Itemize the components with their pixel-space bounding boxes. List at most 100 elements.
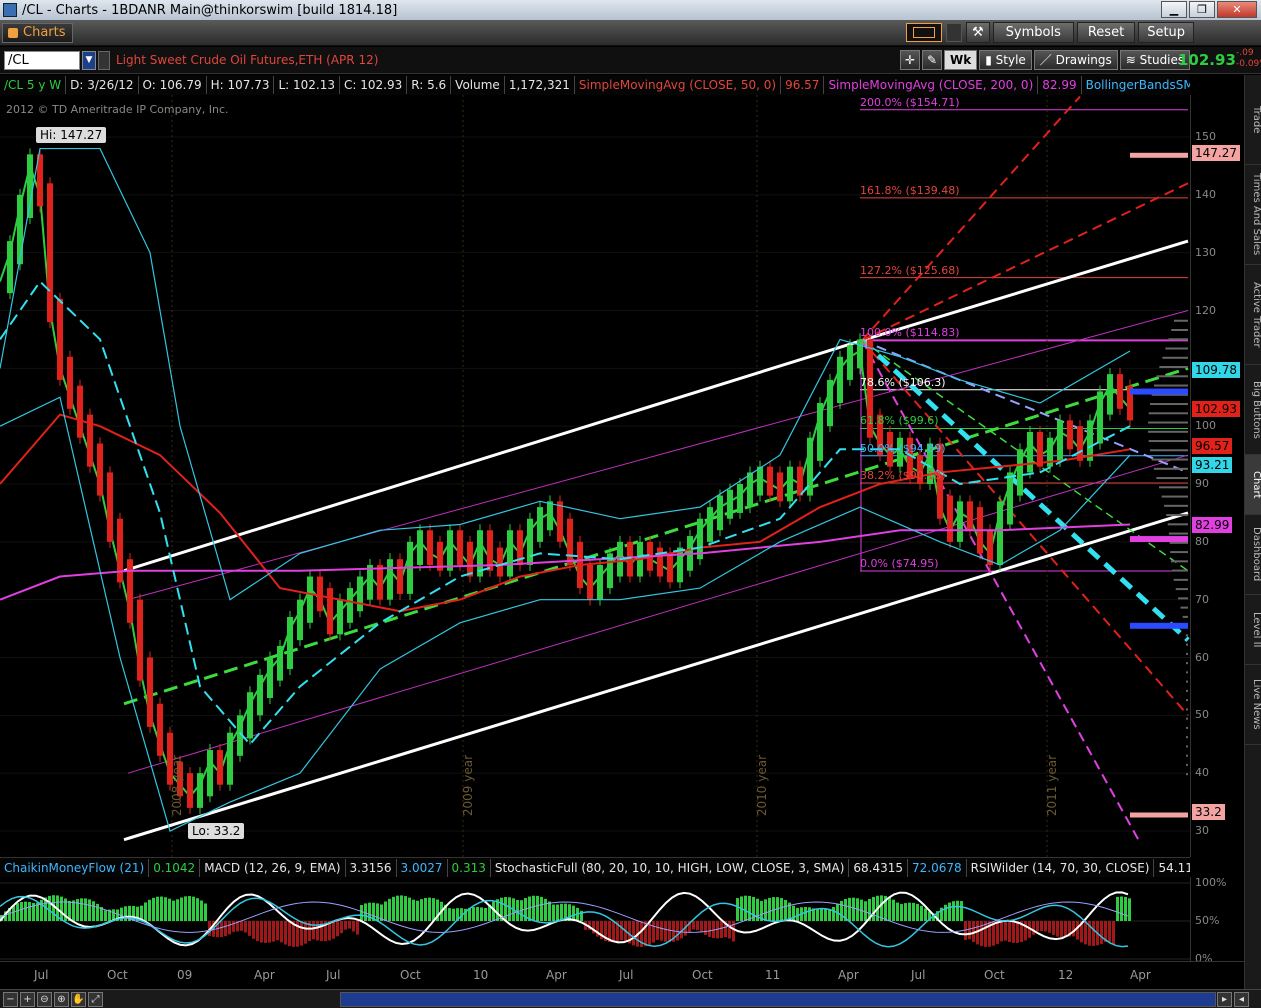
symbol-lookup[interactable] bbox=[98, 51, 110, 70]
charts-tab[interactable]: Charts bbox=[2, 23, 73, 43]
series-label[interactable]: /CL 5 y W bbox=[0, 76, 67, 94]
bar-open: O: 106.79 bbox=[139, 76, 207, 94]
macd-histogram-bar bbox=[276, 921, 279, 941]
macd-histogram-bar bbox=[908, 902, 911, 921]
close-button[interactable]: ✕ bbox=[1217, 1, 1257, 18]
candle-body bbox=[1107, 374, 1113, 415]
candle-body bbox=[417, 530, 423, 565]
volume-profile-bar bbox=[1186, 736, 1188, 739]
price-axis[interactable]: 15014013012011010090807060504030147.2710… bbox=[1190, 95, 1244, 857]
candle-body bbox=[1057, 420, 1063, 461]
candle-body bbox=[767, 466, 773, 496]
time-label: 11 bbox=[765, 968, 781, 982]
bar-date: D: 3/26/12 bbox=[66, 76, 139, 94]
zoom-fit-icon[interactable]: ⊖ bbox=[37, 992, 52, 1007]
chart-scrollbar[interactable] bbox=[340, 992, 1216, 1007]
macd-histogram-bar bbox=[176, 899, 179, 921]
macd-histogram-bar bbox=[700, 921, 703, 933]
macd-histogram-bar bbox=[156, 896, 159, 921]
macd-histogram-bar bbox=[76, 899, 79, 921]
macd-histogram-bar bbox=[1072, 921, 1075, 937]
pencil-icon[interactable]: ✎ bbox=[922, 50, 942, 70]
macd-value: 3.3156 bbox=[346, 858, 397, 877]
symbol-dropdown[interactable]: ▼ bbox=[82, 51, 96, 70]
macd-histogram-bar bbox=[1060, 921, 1063, 938]
zoom-reset-icon[interactable]: ⊕ bbox=[54, 992, 69, 1007]
macd-histogram-bar bbox=[1000, 921, 1003, 942]
macd-histogram-bar bbox=[852, 897, 855, 921]
macd-histogram-bar bbox=[240, 921, 243, 931]
lower-axis-tick: 50% bbox=[1195, 914, 1220, 927]
side-tab-active-trader[interactable]: Active Trader bbox=[1245, 265, 1261, 365]
side-tab-big-buttons[interactable]: Big Buttons bbox=[1245, 365, 1261, 455]
candle-body bbox=[7, 241, 13, 294]
cmf-label[interactable]: ChaikinMoneyFlow (21) bbox=[0, 858, 150, 877]
side-tab-live-news[interactable]: Live News bbox=[1245, 665, 1261, 745]
macd-histogram-bar bbox=[560, 903, 563, 921]
pan-icon[interactable]: ✋ bbox=[71, 992, 86, 1007]
candle-body bbox=[247, 692, 253, 739]
studies-icon: ≋ bbox=[1125, 53, 1140, 67]
price-series bbox=[0, 162, 1131, 798]
price-chart[interactable]: 2012 © TD Ameritrade IP Company, Inc. Hi… bbox=[0, 95, 1190, 857]
style-button[interactable]: ▮ Style bbox=[979, 50, 1032, 70]
setup-button[interactable]: Setup bbox=[1138, 22, 1195, 43]
macd-histogram-bar bbox=[168, 898, 171, 921]
side-tab-times-and-sales[interactable]: Times And Sales bbox=[1245, 165, 1261, 265]
macd-histogram-bar bbox=[948, 902, 951, 921]
price-tick: 100 bbox=[1195, 419, 1216, 433]
link-dropdown[interactable] bbox=[946, 23, 962, 42]
side-tab-trade[interactable]: Trade bbox=[1245, 75, 1261, 165]
settings-icon[interactable]: ◂ bbox=[1234, 992, 1249, 1007]
restore-button[interactable]: ❐ bbox=[1189, 1, 1215, 18]
wrench-button[interactable]: ⚒ bbox=[966, 22, 990, 43]
volume-profile-bar bbox=[1180, 606, 1188, 609]
candle-body bbox=[97, 443, 103, 496]
symbols-button[interactable]: Symbols bbox=[992, 22, 1074, 43]
expand-icon[interactable]: ⤢ bbox=[88, 992, 103, 1007]
side-tab-level-ii[interactable]: Level II bbox=[1245, 595, 1261, 665]
zoom-in-icon[interactable]: + bbox=[20, 992, 35, 1007]
drawings-button[interactable]: ／ Drawings bbox=[1033, 50, 1118, 70]
scroll-right-icon[interactable]: ▸ bbox=[1217, 992, 1232, 1007]
volume-profile-bar bbox=[1149, 449, 1188, 452]
minimize-button[interactable]: ▁ bbox=[1161, 1, 1187, 18]
macd-histogram-bar bbox=[956, 900, 959, 921]
macd-histogram-bar bbox=[344, 921, 347, 930]
candle-body bbox=[727, 489, 733, 519]
stoch-label[interactable]: StochasticFull (80, 20, 10, 10, HIGH, LO… bbox=[491, 858, 850, 877]
macd-histogram-bar bbox=[892, 899, 895, 921]
aggregation-button[interactable]: Wk bbox=[944, 50, 978, 70]
sma50-label[interactable]: SimpleMovingAvg (CLOSE, 50, 0) bbox=[575, 76, 782, 94]
window-title: /CL - Charts - 1BDANR Main@thinkorswim [… bbox=[22, 2, 398, 18]
macd-histogram-bar bbox=[1124, 896, 1127, 921]
side-tab-chart[interactable]: Chart bbox=[1245, 455, 1261, 515]
reset-button[interactable]: Reset bbox=[1076, 22, 1136, 43]
macd-label[interactable]: MACD (12, 26, 9, EMA) bbox=[200, 858, 346, 877]
time-axis: Jul Oct 09 Apr Jul Oct 10 Apr Jul Oct 11 Apr Jul Oct 1… bbox=[0, 961, 1244, 989]
side-tab-dashboard[interactable]: Dashboard bbox=[1245, 515, 1261, 595]
bollinger-label[interactable]: BollingerBandsSMA (... bbox=[1082, 76, 1190, 94]
candle-body bbox=[597, 564, 603, 600]
macd-histogram-bar bbox=[944, 904, 947, 921]
candle-body bbox=[847, 345, 853, 380]
link-color-box[interactable] bbox=[906, 23, 942, 42]
volume-profile-bar bbox=[1182, 615, 1188, 618]
macd-histogram-bar bbox=[1040, 921, 1043, 932]
macd-histogram-bar bbox=[556, 904, 559, 921]
macd-histogram-bar bbox=[376, 903, 379, 921]
symbol-input[interactable]: /CL bbox=[4, 51, 80, 70]
macd-histogram-bar bbox=[148, 899, 151, 921]
copyright-text: 2012 © TD Ameritrade IP Company, Inc. bbox=[6, 103, 229, 116]
volume-profile-bar bbox=[1178, 597, 1188, 600]
lower-study-panel[interactable] bbox=[0, 877, 1190, 961]
crosshair-icon[interactable]: ✛ bbox=[900, 50, 920, 70]
macd-histogram-bar bbox=[676, 921, 679, 941]
candle-body bbox=[827, 379, 833, 427]
macd-histogram-bar bbox=[532, 895, 535, 921]
zoom-out-icon[interactable]: − bbox=[3, 992, 18, 1007]
rsi-label[interactable]: RSIWilder (14, 70, 30, CLOSE) bbox=[967, 858, 1155, 877]
sma200-label[interactable]: SimpleMovingAvg (CLOSE, 200, 0) bbox=[824, 76, 1039, 94]
volume-profile-bar bbox=[1173, 578, 1188, 581]
volume-profile-bar bbox=[1186, 708, 1188, 711]
